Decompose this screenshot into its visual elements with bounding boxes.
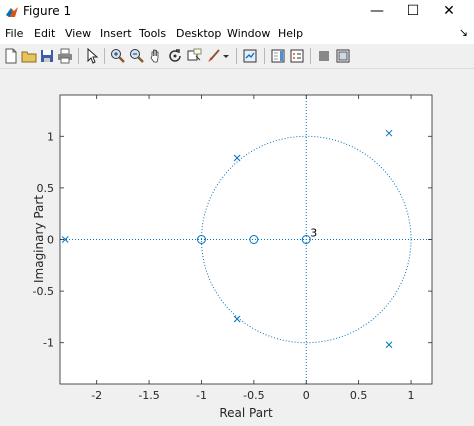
menu-edit[interactable]: Edit [34,27,55,40]
zoom-out-icon[interactable] [129,48,145,64]
y-tick-label: -0.5 [33,285,54,298]
y-tick-label: 0.5 [37,182,55,195]
y-axis-label: Imaginary Part [32,195,46,283]
x-tick-label: -1 [196,389,207,402]
pan-hand-icon[interactable] [148,48,164,64]
link-plot-icon[interactable] [242,48,258,64]
close-button[interactable]: ✕ [431,0,467,24]
zoom-in-icon[interactable] [110,48,126,64]
data-cursor-icon[interactable] [186,48,202,64]
y-tick-label: -1 [43,337,54,350]
toolbar-separator [310,48,311,64]
menu-tools[interactable]: Tools [139,27,166,40]
dock-arrow-icon[interactable]: ↘ [459,26,468,39]
toolbar-separator [78,48,79,64]
dropdown-arrow-icon[interactable] [222,48,230,64]
menu-bar: File Edit View Insert Tools Desktop Wind… [0,24,474,44]
y-tick-label: 0 [47,234,54,247]
figure-canvas: -2 -1.5 -1 -0.5 0 0.5 1 -1 -0.5 0 0.5 1 3 Real Part… [0,69,474,423]
open-file-icon[interactable] [21,48,37,64]
insert-colorbar-icon[interactable] [270,48,286,64]
toolbar-separator [264,48,265,64]
y-tick-label: 1 [47,130,54,143]
minimize-button[interactable]: — [359,0,395,24]
toolbar-separator [104,48,105,64]
hide-plot-tools-icon[interactable] [316,48,332,64]
zero-multiplicity-label: 3 [310,227,317,240]
x-axis-label: Real Part [219,406,273,420]
x-tick-label: -1.5 [138,389,159,402]
menu-view[interactable]: View [65,27,91,40]
menu-desktop[interactable]: Desktop [176,27,221,40]
menu-insert[interactable]: Insert [100,27,132,40]
save-icon[interactable] [39,48,55,64]
rotate-3d-icon[interactable] [167,48,183,64]
pointer-icon[interactable] [84,48,100,64]
menu-window[interactable]: Window [227,27,270,40]
insert-legend-icon[interactable] [289,48,305,64]
print-icon[interactable] [57,48,73,64]
maximize-button[interactable]: ☐ [395,0,431,24]
x-tick-label: -2 [91,389,102,402]
new-figure-icon[interactable] [3,48,19,64]
title-bar: Figure 1 — ☐ ✕ [0,0,474,24]
x-tick-label: 1 [408,389,415,402]
x-tick-label: 0.5 [350,389,368,402]
x-tick-label: 0 [303,389,310,402]
toolbar [0,44,474,69]
show-plot-tools-icon[interactable] [335,48,351,64]
toolbar-separator [236,48,237,64]
brush-icon[interactable] [205,48,221,64]
pole-zero-plot[interactable]: -2 -1.5 -1 -0.5 0 0.5 1 -1 -0.5 0 0.5 1 3 Real Part… [0,69,474,423]
window-title: Figure 1 [23,4,72,18]
menu-help[interactable]: Help [278,27,303,40]
menu-file[interactable]: File [5,27,23,40]
matlab-app-icon [6,7,18,17]
x-tick-label: -0.5 [243,389,264,402]
